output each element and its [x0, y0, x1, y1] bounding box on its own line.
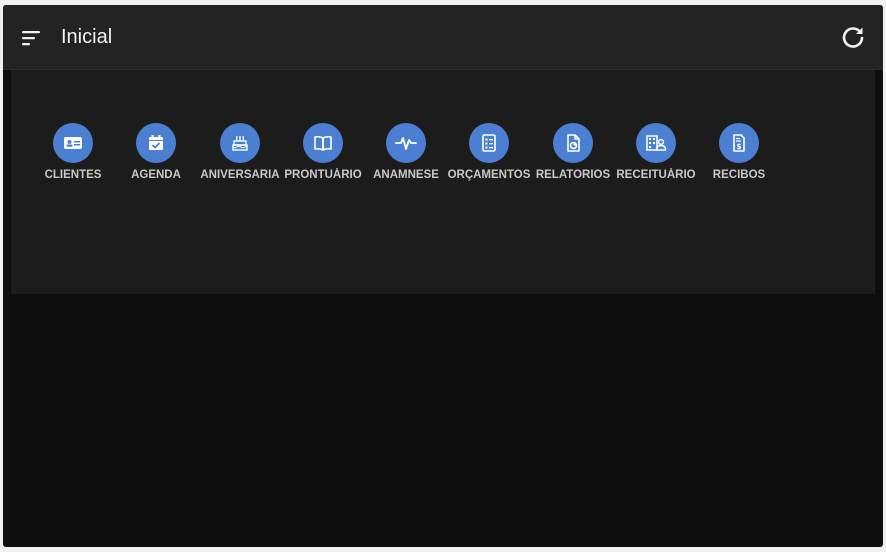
- shortcut-orcamentos[interactable]: ORÇAMENTOS: [447, 123, 531, 183]
- report-chart-icon: [553, 123, 593, 163]
- shortcut-label: PRONTUÁRIO: [284, 169, 362, 181]
- shortcut-receituario[interactable]: RECEITUÁRIO: [614, 123, 698, 183]
- shortcut-label: RECEITUÁRIO: [616, 169, 696, 181]
- shortcut-label: ANAMNESE: [373, 169, 439, 181]
- shortcut-label: AGENDA: [131, 169, 181, 181]
- shortcut-relatorios[interactable]: RELATORIOS: [531, 123, 615, 183]
- svg-text:$: $: [736, 142, 741, 151]
- menu-icon[interactable]: [19, 26, 43, 50]
- shortcut-prontuario[interactable]: PRONTUÁRIO: [281, 123, 365, 183]
- receipt-dollar-icon: $: [719, 123, 759, 163]
- checklist-icon: [469, 123, 509, 163]
- shortcut-label: RELATORIOS: [535, 169, 611, 181]
- shortcut-label: ORÇAMENTOS: [447, 169, 531, 181]
- birthday-cake-icon: [220, 123, 260, 163]
- shortcut-clientes[interactable]: CLIENTES: [31, 123, 115, 183]
- shortcut-recibos[interactable]: $ RECIBOS: [697, 123, 781, 183]
- shortcut-label: RECIBOS: [712, 169, 766, 181]
- shortcut-anamnese[interactable]: ANAMNESE: [364, 123, 448, 183]
- id-card-icon: [53, 123, 93, 163]
- top-app-bar: Inicial: [3, 5, 883, 70]
- refresh-icon[interactable]: [839, 23, 867, 51]
- shortcut-agenda[interactable]: AGENDA: [114, 123, 198, 183]
- page-title: Inicial: [61, 26, 113, 48]
- heartbeat-icon: [386, 123, 426, 163]
- shortcut-label: CLIENTES: [44, 169, 102, 181]
- shortcut-aniversaria[interactable]: ANIVERSARIA: [198, 123, 282, 183]
- calendar-check-icon: [136, 123, 176, 163]
- book-open-icon: [303, 123, 343, 163]
- prescription-icon: [636, 123, 676, 163]
- shortcuts-panel: CLIENTES AGENDA ANIVERSARIA PRONTUÁRIO A…: [11, 70, 875, 294]
- app-window: Inicial CLIENTES AGENDA ANIVERSARIA PRON…: [3, 5, 883, 547]
- shortcut-label: ANIVERSARIA: [200, 169, 280, 181]
